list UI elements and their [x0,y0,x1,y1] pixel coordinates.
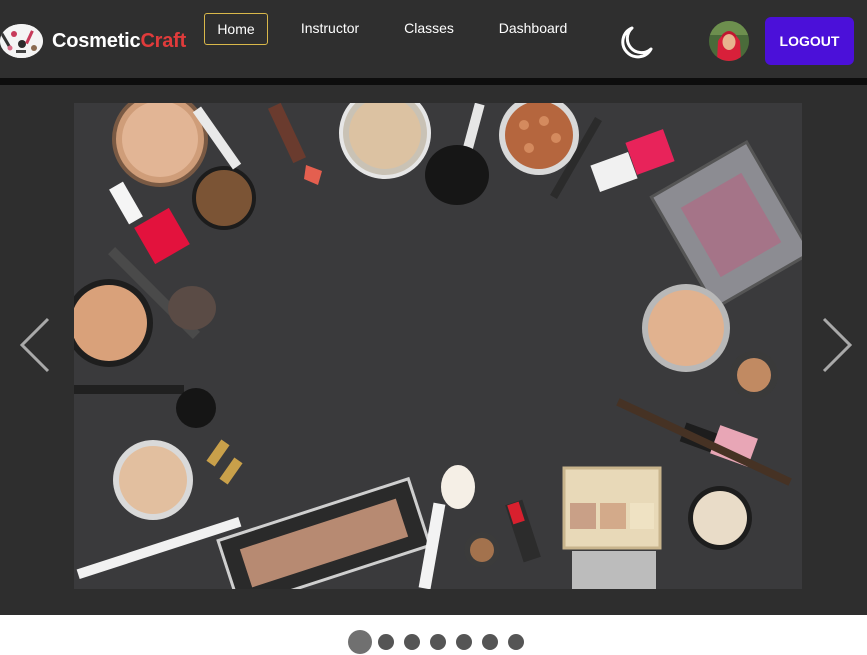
carousel-dot-2[interactable] [378,634,394,650]
nav-home[interactable]: Home [204,13,268,45]
nav-classes[interactable]: Classes [397,13,461,43]
brand-name-accent: Craft [140,30,187,52]
carousel-dot-3[interactable] [404,634,420,650]
brand-name-main: Cosmetic [52,30,141,52]
nav-dashboard[interactable]: Dashboard [492,13,574,43]
hero-carousel [0,85,867,615]
avatar[interactable] [709,21,749,61]
logout-button[interactable]: LOGOUT [765,17,854,65]
carousel-pagination [0,629,867,655]
navbar-divider [0,78,867,85]
nav-instructor[interactable]: Instructor [290,13,370,43]
navbar: CosmeticCraft Home Instructor Classes Da… [0,0,867,78]
brand-name[interactable]: CosmeticCraft [52,30,186,53]
chevron-right-icon[interactable] [820,315,856,375]
moon-icon[interactable] [616,22,656,62]
cosmetics-flatlay-image [65,87,813,610]
carousel-dot-1[interactable] [348,630,372,654]
carousel-dot-6[interactable] [482,634,498,650]
carousel-dot-7[interactable] [508,634,524,650]
carousel-dot-4[interactable] [430,634,446,650]
chevron-left-icon[interactable] [16,315,52,375]
brand-logo[interactable] [0,24,43,58]
carousel-dot-5[interactable] [456,634,472,650]
